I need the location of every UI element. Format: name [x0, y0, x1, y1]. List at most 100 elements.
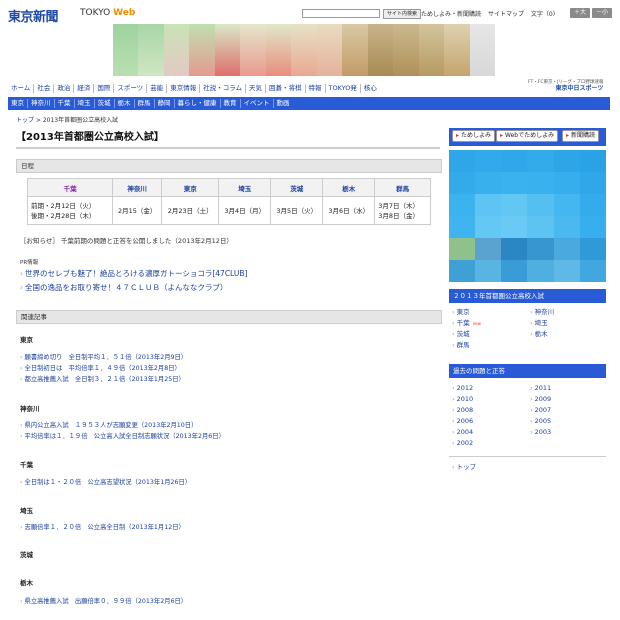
article-link[interactable]: › 県立高推薦入試 出願倍率０．９９倍（2013年2月6日）: [20, 596, 187, 605]
schedule-cell: 前期・2月12日（火） 後期・2月28日（木）: [26, 196, 114, 225]
pr-link[interactable]: › 世界のセレブも魅了！絶品とろける濃厚ガトーショコラ[47CLUB]: [20, 268, 247, 279]
schedule-col-ibaraki[interactable]: 茨城: [270, 178, 324, 197]
arrow-icon: ›: [452, 319, 455, 327]
nav-sports[interactable]: スポーツ: [114, 84, 148, 93]
nav-go-shogi[interactable]: 囲碁・将棋: [266, 84, 306, 93]
sidebar-link-ibaraki[interactable]: › 茨城: [452, 329, 481, 340]
breadcrumb-top[interactable]: トップ: [16, 117, 34, 124]
article-link[interactable]: › 都立高推薦入試 全日制３．２１倍（2013年1月25日）: [20, 374, 185, 383]
sidebar-year-link[interactable]: › 2008: [452, 405, 473, 416]
sidebar-link-saitama[interactable]: › 埼玉: [530, 318, 554, 329]
article-link[interactable]: › 願書締め切り 全日制平均１．５１倍（2013年2月9日）: [20, 352, 187, 361]
nav2-kanagawa[interactable]: 神奈川: [28, 99, 55, 108]
font-smaller-button[interactable]: －小: [592, 8, 612, 18]
arrow-icon: ›: [452, 406, 455, 414]
sidebar-link-tokyo[interactable]: › 東京: [452, 307, 481, 318]
nav2-tokyo[interactable]: 東京: [8, 99, 28, 108]
site-logo[interactable]: 東京新聞: [8, 6, 59, 25]
article-link[interactable]: › 平均倍率は１．１９倍 公立高入試全日制志願状況（2013年2月6日）: [20, 431, 225, 440]
nav-economy[interactable]: 経済: [74, 84, 95, 93]
nav2-chiba[interactable]: 千葉: [55, 99, 75, 108]
web-trial-button[interactable]: ▸ Webでためしよみ: [496, 130, 559, 142]
schedule-col-tochigi[interactable]: 栃木: [322, 178, 376, 197]
pr-link[interactable]: › 全国の逸品をお取り寄せ！４７ＣＬＵＢ（よんななクラブ）: [20, 282, 228, 293]
sidebar-year-link[interactable]: › 2010: [452, 394, 473, 405]
tokyo-web-logo[interactable]: TOKYO Web: [80, 8, 135, 18]
nav-weather[interactable]: 天気: [246, 84, 266, 93]
nav-kakushin[interactable]: 核心: [361, 84, 380, 93]
nav2-tochigi[interactable]: 栃木: [115, 99, 135, 108]
arrow-icon: ›: [20, 524, 23, 531]
nav2-video[interactable]: 動画: [274, 99, 293, 108]
pr-link-text: 世界のセレブも魅了！絶品とろける濃厚ガトーショコラ[47CLUB]: [25, 269, 248, 278]
sidebar-link-gunma[interactable]: › 群馬: [452, 340, 481, 351]
nav-entertainment[interactable]: 芸能: [147, 84, 168, 93]
nav-home[interactable]: ホーム: [8, 84, 35, 93]
sidebar-year-link[interactable]: › 2009: [530, 394, 551, 405]
nav2-education[interactable]: 教育: [221, 99, 241, 108]
arrow-icon: ›: [530, 428, 533, 436]
sidebar-link-label: 茨城: [456, 330, 470, 338]
region-heading: 東京: [20, 336, 33, 344]
sidebar-ad[interactable]: [449, 150, 606, 282]
article-link[interactable]: › 県内公立高入試 １９５３人が志願変更（2013年2月10日）: [20, 420, 197, 429]
nav2-ibaraki[interactable]: 茨城: [95, 99, 115, 108]
subscribe-button[interactable]: ▸ 新聞購読: [562, 130, 600, 142]
arrow-icon: ›: [452, 308, 455, 316]
font-larger-button[interactable]: ＋大: [570, 8, 590, 18]
nav2-saitama[interactable]: 埼玉: [75, 99, 95, 108]
site-search-input[interactable]: [302, 9, 380, 18]
pr-link-text: 全国の逸品をお取り寄せ！４７ＣＬＵＢ（よんななクラブ）: [25, 283, 228, 292]
nav2-gunma[interactable]: 群馬: [135, 99, 155, 108]
sidebar-link-kanagawa[interactable]: › 神奈川: [530, 307, 554, 318]
article-link[interactable]: › 志願倍率１．２０倍 公立高全日制（2013年1月12日）: [20, 522, 185, 531]
breadcrumb-current: 2013年首都圏公立高校入試: [42, 117, 119, 124]
nav2-living[interactable]: 暮らし・健康: [175, 99, 221, 108]
nav-politics[interactable]: 政治: [54, 84, 75, 93]
schedule-col-kanagawa[interactable]: 神奈川: [112, 178, 163, 197]
article-link[interactable]: › 全日制は１・２０倍 公立高志望状況（2013年1月26日）: [20, 477, 191, 486]
sidebar-link-chiba[interactable]: › 千葉 new: [452, 318, 481, 329]
sidebar-link-tochigi[interactable]: › 栃木: [530, 329, 554, 340]
sidebar-link-label: 栃木: [534, 330, 548, 338]
trial-read-button[interactable]: ▸ ためしよみ: [452, 130, 496, 142]
arrow-icon: ▸: [500, 132, 504, 139]
sidebar-top-link[interactable]: › トップ: [452, 462, 476, 473]
nav-editorial[interactable]: 社説・コラム: [200, 84, 246, 93]
site-search-button[interactable]: サイト内検索: [383, 9, 422, 19]
schedule-cell: 3月6日（水）: [322, 196, 376, 225]
sidebar-year-link[interactable]: › 2004: [452, 427, 473, 438]
pr-label: PR情報: [20, 260, 39, 266]
region-heading: 神奈川: [20, 405, 40, 413]
nav-international[interactable]: 国際: [94, 84, 115, 93]
sidebar-year-link[interactable]: › 2012: [452, 383, 473, 394]
article-link-text: 県立高推薦入試 出願倍率０．９９倍（2013年2月6日）: [24, 598, 188, 605]
schedule-col-tokyo[interactable]: 東京: [161, 178, 220, 197]
schedule-col-saitama[interactable]: 埼玉: [218, 178, 272, 197]
banner-ad[interactable]: [113, 24, 496, 76]
sidebar-year-link[interactable]: › 2002: [452, 438, 473, 449]
nav-special[interactable]: 特報: [306, 84, 326, 93]
article-link[interactable]: › 全日制初日は 平均倍率１．４９倍（2013年2月8日）: [20, 363, 181, 372]
sidebar-year-link[interactable]: › 2005: [530, 416, 551, 427]
nav-tokyo-hatsu[interactable]: TOKYO発: [326, 84, 361, 93]
nav2-events[interactable]: イベント: [241, 99, 274, 108]
header-link-trial[interactable]: ためしよみ・新聞購読: [421, 11, 481, 18]
nav2-shizuoka[interactable]: 静岡: [155, 99, 175, 108]
nav-society[interactable]: 社会: [34, 84, 55, 93]
sponsor-link[interactable]: FT・FC東京・Jリーグ・プロ野球速報 東京中日スポーツ: [528, 80, 603, 93]
sidebar-year-link[interactable]: › 2003: [530, 427, 551, 438]
sidebar-year-link[interactable]: › 2006: [452, 416, 473, 427]
arrow-icon: ›: [530, 319, 533, 327]
schedule-col-chiba[interactable]: 千葉: [26, 178, 114, 197]
sidebar-year-label: 2006: [456, 417, 474, 425]
schedule-col-gunma[interactable]: 群馬: [374, 178, 431, 197]
sidebar-year-link[interactable]: › 2007: [530, 405, 551, 416]
sidebar-year-link[interactable]: › 2011: [530, 383, 551, 394]
sidebar-divider: [449, 456, 606, 457]
sidebar-past-list-left: › 2012 › 2010 › 2008 › 2006 › 2004 › 2002: [452, 383, 473, 449]
article-link-text: 全日制は１・２０倍 公立高志望状況（2013年1月26日）: [24, 479, 192, 486]
nav-tokyo-info[interactable]: 東京情報: [167, 84, 201, 93]
sidebar-top-label: トップ: [456, 463, 477, 471]
header-link-sitemap[interactable]: サイトマップ: [488, 11, 524, 18]
